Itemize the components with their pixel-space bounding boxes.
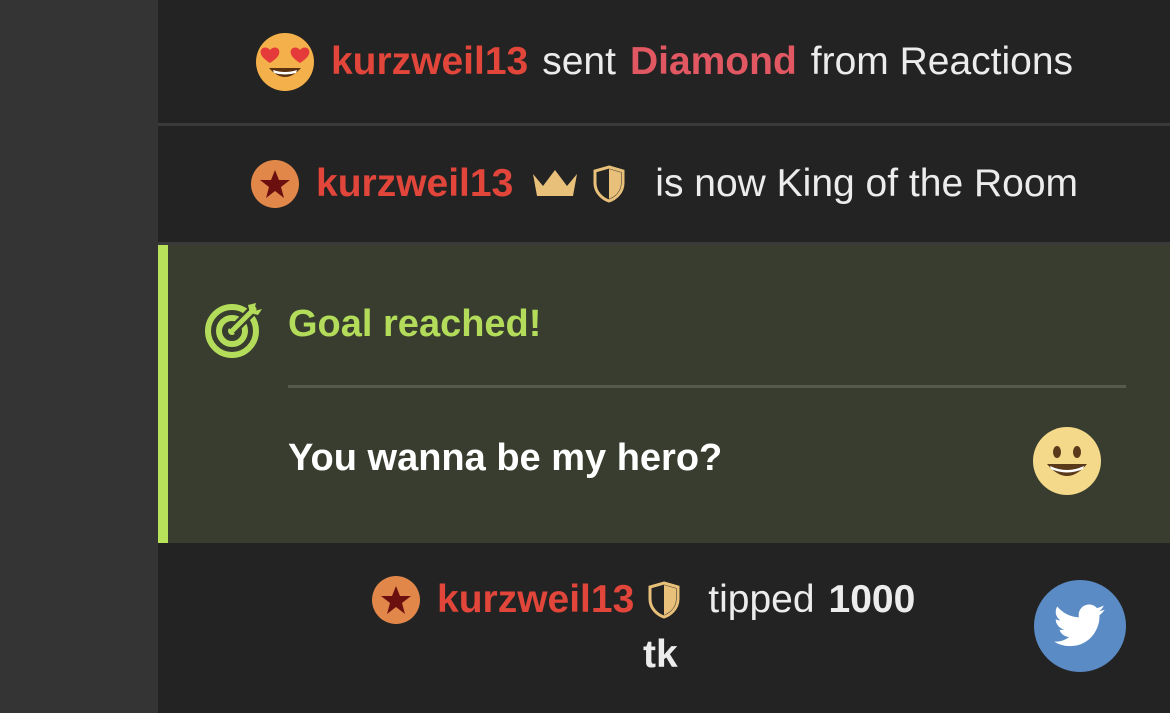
left-rail — [0, 0, 158, 713]
twitter-icon — [1054, 604, 1106, 647]
chat-feed: kurzweil13 sent Diamond from Reactions k… — [158, 0, 1170, 713]
shield-icon — [593, 165, 625, 203]
shield-icon — [648, 581, 680, 619]
goal-panel: Goal reached! You wanna be my hero? — [158, 245, 1170, 543]
username[interactable]: kurzweil13 — [331, 40, 528, 84]
tip-verb: tipped — [708, 578, 815, 621]
chat-page: kurzweil13 sent Diamond from Reactions k… — [0, 0, 1170, 713]
tip-amount: 1000 — [828, 578, 916, 621]
goal-message: You wanna be my hero? — [288, 437, 723, 479]
username[interactable]: kurzweil13 — [437, 578, 634, 622]
goal-separator — [288, 385, 1126, 388]
star-badge-icon — [372, 576, 420, 624]
reaction-verb: sent — [542, 39, 616, 83]
username[interactable]: kurzweil13 — [316, 162, 513, 206]
grinning-face-emoji-icon — [1033, 427, 1101, 495]
twitter-share-button[interactable] — [1034, 580, 1126, 672]
tip-event: kurzweil13 tipped 1000 tk — [158, 545, 1170, 713]
reaction-suffix: from Reactions — [810, 39, 1074, 83]
goal-title: Goal reached! — [288, 303, 542, 345]
crown-icon — [533, 170, 578, 196]
goal-accent-bar — [158, 245, 168, 543]
star-badge-icon — [251, 160, 299, 208]
king-event: kurzweil13 is now King of the Room — [158, 126, 1170, 242]
target-icon — [205, 303, 262, 358]
tip-line: kurzweil13 tipped 1000 — [371, 575, 915, 625]
reaction-event: kurzweil13 sent Diamond from Reactions — [158, 0, 1170, 123]
tip-unit: tk — [643, 633, 678, 676]
heart-eyes-emoji-icon — [255, 32, 314, 91]
king-message: is now King of the Room — [655, 162, 1078, 205]
gift-name: Diamond — [629, 39, 797, 83]
